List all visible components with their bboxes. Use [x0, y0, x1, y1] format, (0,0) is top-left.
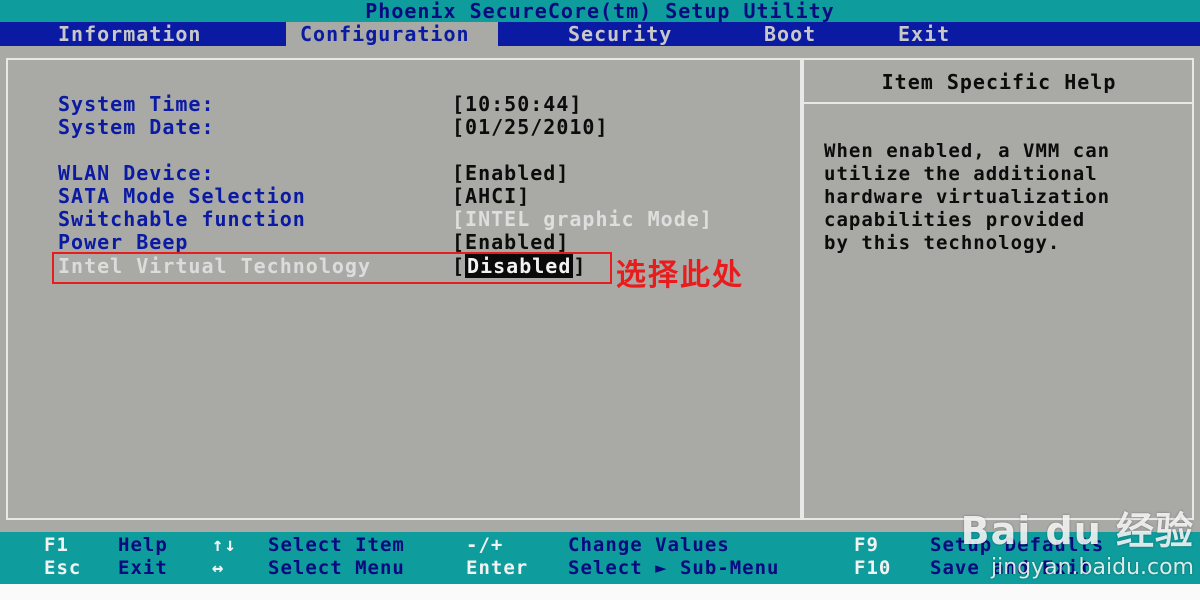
setting-value-system-date[interactable]: [01/25/2010] — [452, 115, 609, 139]
help-line: utilize the additional — [824, 163, 1098, 185]
key-esc: Esc — [44, 557, 82, 579]
watermark-url: jingyan.baidu.com — [990, 555, 1194, 580]
key-desc-exit: Exit — [118, 557, 168, 579]
key-up-down-arrows: ↑↓ — [212, 534, 237, 556]
menu-tab-exit[interactable]: Exit — [898, 22, 950, 46]
annotation-highlight-box — [52, 252, 612, 284]
key-f1: F1 — [44, 534, 69, 556]
annotation-text: 选择此处 — [616, 258, 744, 293]
setting-value-power-beep[interactable]: [Enabled] — [452, 230, 569, 254]
key-f9: F9 — [854, 534, 879, 556]
help-line: by this technology. — [824, 232, 1061, 254]
key-left-right-arrows: ↔ — [212, 557, 225, 579]
key-f10: F10 — [854, 557, 892, 579]
baidu-watermark: Bai du 经验 jingyan.baidu.com — [961, 500, 1194, 580]
key-enter: Enter — [466, 557, 529, 579]
key-desc-change-values: Change Values — [568, 534, 730, 556]
setting-label-sata-mode[interactable]: SATA Mode Selection — [58, 184, 306, 208]
setting-label-system-date[interactable]: System Date: — [58, 115, 215, 139]
key-desc-select-item: Select Item — [268, 534, 405, 556]
menu-tab-configuration[interactable]: Configuration — [286, 22, 498, 46]
menu-tab-security[interactable]: Security — [568, 22, 672, 46]
menu-tab-information[interactable]: Information — [58, 22, 201, 46]
setting-value-sata-mode[interactable]: [AHCI] — [452, 184, 530, 208]
setting-label-switchable-function[interactable]: Switchable function — [58, 207, 306, 231]
window-title: Phoenix SecureCore(tm) Setup Utility — [0, 0, 1200, 22]
panel-divider — [800, 58, 804, 520]
menu-bar: Information Configuration Security Boot … — [0, 22, 1200, 46]
help-line: When enabled, a VMM can — [824, 140, 1111, 162]
key-desc-select-menu: Select Menu — [268, 557, 405, 579]
bottom-strip — [0, 584, 1200, 600]
menu-tab-boot[interactable]: Boot — [764, 22, 816, 46]
key-desc-help: Help — [118, 534, 168, 556]
help-line: hardware virtualization — [824, 186, 1111, 208]
setting-label-system-time[interactable]: System Time: — [58, 92, 215, 116]
help-line: capabilities provided — [824, 209, 1086, 231]
setting-value-wlan-device[interactable]: [Enabled] — [452, 161, 569, 185]
help-header-divider — [804, 102, 1194, 104]
key-minus-plus: -/+ — [466, 534, 504, 556]
setting-label-wlan-device[interactable]: WLAN Device: — [58, 161, 215, 185]
baidu-logo: Bai du 经验 — [960, 509, 1194, 553]
help-panel-title: Item Specific Help — [881, 70, 1117, 94]
setting-label-power-beep[interactable]: Power Beep — [58, 230, 188, 254]
key-desc-select-submenu: Select ► Sub-Menu — [568, 557, 780, 579]
setting-value-switchable-function: [INTEL graphic Mode] — [452, 207, 713, 231]
setting-value-system-time[interactable]: [10:50:44] — [452, 92, 582, 116]
